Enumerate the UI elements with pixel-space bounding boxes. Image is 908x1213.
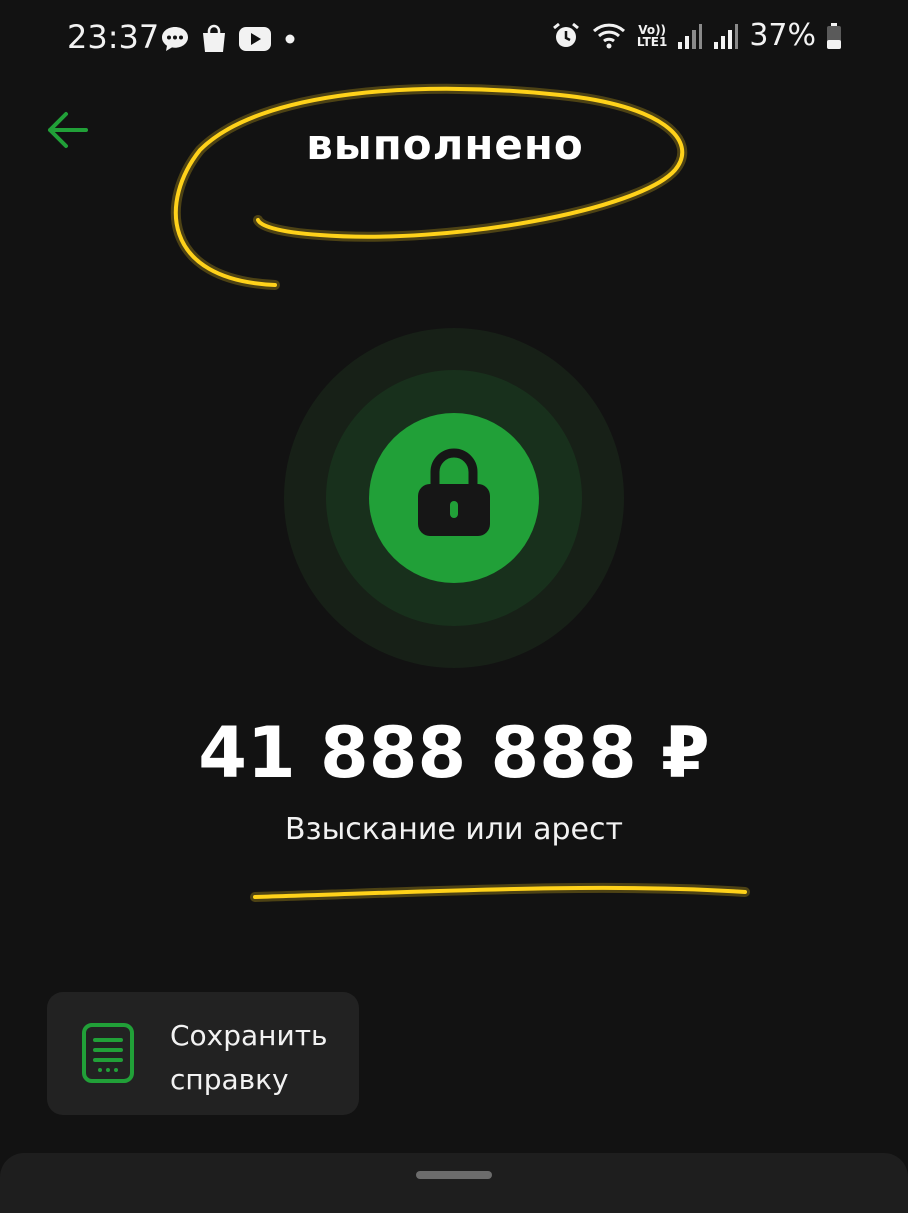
transaction-amount: 41 888 888 ₽ — [198, 712, 710, 794]
save-certificate-button[interactable]: Сохранить справку — [47, 992, 359, 1115]
bottom-sheet[interactable] — [0, 1153, 908, 1213]
save-certificate-label: Сохранить справку — [170, 1019, 328, 1096]
status-bar: 23:37 Vo)) LTE1 37% — [0, 0, 908, 80]
signal-icon-2 — [714, 23, 739, 49]
battery-icon — [827, 22, 841, 49]
battery-percent: 37% — [749, 18, 816, 53]
lte-label: LTE1 — [636, 34, 668, 49]
sheet-drag-handle[interactable] — [416, 1171, 492, 1179]
volte-label: Vo)) — [638, 22, 667, 37]
dot-icon — [285, 34, 295, 44]
notification-icons — [160, 24, 298, 54]
wifi-icon — [592, 23, 625, 48]
youtube-icon — [239, 27, 271, 51]
transaction-description: Взыскание или арест — [285, 812, 623, 847]
shopping-bag-icon — [203, 24, 225, 52]
status-visual — [284, 328, 624, 668]
lte-indicator: Vo)) LTE1 — [637, 24, 667, 48]
lock-icon — [418, 448, 490, 536]
document-icon — [82, 1023, 134, 1083]
alarm-icon — [552, 22, 579, 47]
signal-icon — [678, 23, 703, 49]
system-icons: Vo)) LTE1 37% — [551, 18, 842, 53]
page-title: выполнено — [306, 120, 584, 169]
messages-icon — [162, 27, 188, 51]
status-time: 23:37 — [67, 18, 160, 56]
